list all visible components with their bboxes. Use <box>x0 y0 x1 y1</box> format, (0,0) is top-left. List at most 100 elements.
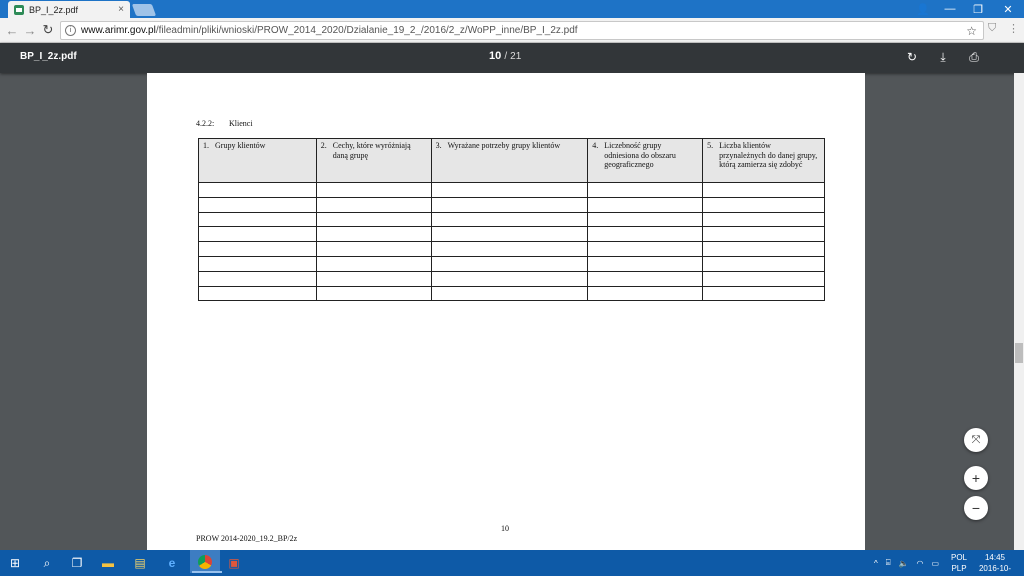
table-row <box>198 285 825 302</box>
folder-icon[interactable]: ▤ <box>130 553 150 573</box>
bookmark-star-icon[interactable]: ☆ <box>966 24 977 38</box>
table-cell <box>315 270 432 287</box>
table-cell <box>587 241 704 257</box>
column-header-2: 2. Cechy, które wyróżniają daną grupę <box>315 138 432 183</box>
pdf-page: 4.2.2: Klienci 1. Grupy klientów 2. Cechy, … <box>147 73 865 550</box>
file-explorer-icon[interactable]: ▬ <box>98 553 118 573</box>
clock-time: 14:45 <box>984 553 1006 562</box>
chrome-icon[interactable] <box>190 550 222 573</box>
column-header-3: 3. Wyrażane potrzeby grupy klientów <box>430 138 589 183</box>
back-button[interactable]: ← <box>4 22 20 38</box>
system-tray: ^ ⌸ 🔈 ◠ ▭ <box>874 550 939 576</box>
close-window-button[interactable]: ✕ <box>993 0 1023 18</box>
rotate-icon[interactable]: ↻ <box>904 49 920 65</box>
browser-toolbar: ← → ↻ i www.arimr.gov.pl /fileadmin/plik… <box>0 18 1024 43</box>
current-page-input[interactable]: 10 <box>489 50 501 62</box>
table-row <box>198 226 825 243</box>
minimize-button[interactable]: — <box>935 0 965 18</box>
table-body <box>198 182 825 302</box>
table-cell <box>587 182 704 198</box>
extension-shield-icon[interactable]: ⛉ <box>988 22 996 35</box>
pdf-favicon-icon <box>14 4 24 15</box>
search-icon[interactable]: ⌕ <box>37 553 57 573</box>
table-cell <box>198 270 317 287</box>
table-cell <box>587 270 704 287</box>
tab-close-icon[interactable]: × <box>118 4 124 15</box>
table-cell <box>587 211 704 228</box>
wifi-icon[interactable]: ◠ <box>917 559 924 568</box>
table-cell <box>198 241 317 257</box>
scrollbar[interactable] <box>1014 73 1024 550</box>
column-header-1: 1. Grupy klientów <box>198 138 317 183</box>
zoom-in-button[interactable]: + <box>964 466 988 490</box>
print-icon[interactable]: ⎙ <box>966 49 982 65</box>
table-cell <box>198 211 317 228</box>
table-cell <box>430 270 589 287</box>
table-header-row: 1. Grupy klientów 2. Cechy, które wyróżniaj… <box>198 138 825 183</box>
column-label: Liczebność grupy odniesiona do obszaru g… <box>604 141 676 170</box>
table-cell <box>702 182 825 198</box>
column-number: 2. <box>320 141 327 150</box>
acrobat-icon[interactable]: ▣ <box>224 553 244 573</box>
clock[interactable]: 14:45 2016-10-16 <box>975 552 1015 576</box>
table-cell <box>430 226 589 243</box>
table-cell <box>315 196 432 213</box>
column-label: Cechy, które wyróżniają daną grupę <box>332 141 411 160</box>
chrome-logo-icon <box>198 554 212 569</box>
column-number: 3. <box>435 141 442 150</box>
column-header-5: 5. Liczba klientów przynależnych do danej… <box>702 138 825 183</box>
table-cell <box>587 196 704 213</box>
menu-dots-icon[interactable]: ⋮ <box>1008 22 1019 35</box>
table-cell <box>430 255 589 272</box>
browser-titlebar: BP_I_2z.pdf × 👤 — ❐ ✕ <box>0 0 1024 18</box>
column-number: 1. <box>203 141 209 150</box>
task-view-icon[interactable]: ❐ <box>67 553 87 573</box>
table-cell <box>315 241 432 257</box>
clients-table: 1. Grupy klientów 2. Cechy, które wyróżniaj… <box>198 138 825 302</box>
column-header-4: 4. Liczebność grupy odniesiona do obszaru… <box>587 138 704 183</box>
table-cell <box>198 226 317 243</box>
forward-button[interactable]: → <box>22 22 38 38</box>
windows-taskbar: ⊞ ⌕ ❐ ▬ ▤ e ▣ ^ ⌸ 🔈 ◠ ▭ POL PLP 14:45 20… <box>0 550 1024 576</box>
reload-button[interactable]: ↻ <box>40 22 56 38</box>
network-icon[interactable]: ⌸ <box>886 558 891 568</box>
restore-button[interactable]: ❐ <box>963 0 993 18</box>
action-center-icon[interactable]: ▭ <box>932 559 940 568</box>
table-cell <box>702 270 825 287</box>
address-bar[interactable]: i www.arimr.gov.pl /fileadmin/pliki/wnio… <box>60 21 984 40</box>
table-cell <box>315 226 432 243</box>
table-row <box>198 211 825 228</box>
zoom-out-button[interactable]: − <box>964 496 988 520</box>
column-label: Liczba klientów przynależnych do danej g… <box>719 141 818 170</box>
page-indicator: 10 / 21 <box>489 50 521 62</box>
table-row <box>198 255 825 272</box>
site-info-icon[interactable]: i <box>65 25 76 36</box>
table-cell <box>198 285 317 302</box>
language-indicator[interactable]: POL PLP <box>951 550 967 576</box>
tray-expand-icon[interactable]: ^ <box>874 559 878 568</box>
start-windows-icon[interactable]: ⊞ <box>5 553 25 573</box>
table-cell <box>430 285 589 302</box>
edge-browser-icon[interactable]: e <box>162 553 182 573</box>
total-pages: 21 <box>510 51 522 62</box>
table-row <box>198 270 825 287</box>
table-cell <box>198 196 317 213</box>
scrollbar-thumb[interactable] <box>1015 343 1023 363</box>
document-footer: PROW 2014-2020_19.2_BP/2z <box>196 534 298 543</box>
pdf-file-name: BP_I_2z.pdf <box>20 51 77 62</box>
volume-icon[interactable]: 🔈 <box>899 559 909 568</box>
column-number: 5. <box>707 141 714 150</box>
clock-date: 2016-10-16 <box>978 564 1012 576</box>
profile-icon[interactable]: 👤 <box>908 0 938 18</box>
table-cell <box>430 241 589 257</box>
browser-tab[interactable]: BP_I_2z.pdf × <box>8 1 130 18</box>
table-cell <box>315 182 432 198</box>
table-cell <box>430 182 589 198</box>
download-icon[interactable]: ⤓ <box>935 49 951 65</box>
table-cell <box>702 255 825 272</box>
fit-page-button[interactable]: ⤧ <box>964 428 988 452</box>
table-cell <box>587 285 704 302</box>
section-title: Klienci <box>229 119 253 128</box>
url-host: www.arimr.gov.pl <box>81 25 156 36</box>
new-tab-button[interactable] <box>131 4 157 16</box>
